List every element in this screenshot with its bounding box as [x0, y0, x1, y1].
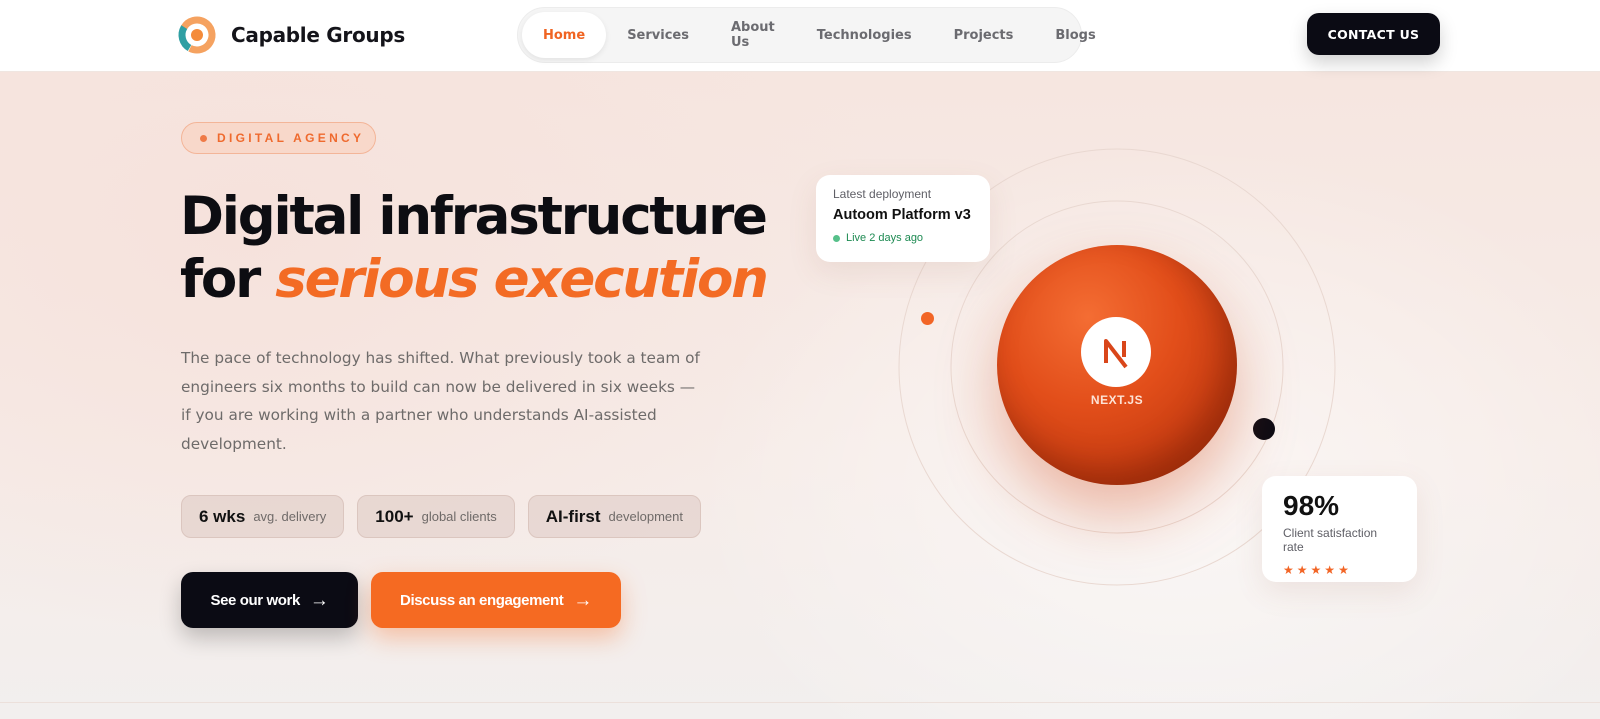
orbit-dot-black [1253, 418, 1275, 440]
hero-section: DIGITAL AGENCY Digital infrastructure fo… [0, 72, 1600, 719]
section-divider [0, 702, 1600, 703]
cta-row: See our work → Discuss an engagement → [181, 572, 621, 628]
arrow-right-icon: → [309, 589, 329, 611]
star-rating: ★ ★ ★ ★ ★ [1283, 564, 1396, 576]
deployment-title: Autoom Platform v3 [833, 207, 971, 223]
brand[interactable]: Capable Groups [177, 15, 405, 55]
headline-accent: serious execution [275, 249, 769, 310]
live-status-icon [833, 234, 840, 242]
stat-label: global clients [421, 509, 497, 524]
stat-label: development [608, 509, 683, 524]
site-header: Capable Groups Home Services About Us Te… [0, 0, 1600, 72]
nav-item-services[interactable]: Services [606, 12, 710, 58]
tech-sphere: NEXT.JS [997, 245, 1237, 485]
stat-pill: AI-first development [527, 495, 701, 538]
hero-headline: Digital infrastructure for serious execu… [180, 185, 800, 311]
headline-line-2-prefix: for [180, 249, 261, 310]
stat-value: 6 wks [199, 506, 246, 526]
satisfaction-value: 98% [1283, 490, 1340, 521]
agency-badge: DIGITAL AGENCY [181, 122, 376, 154]
brand-name: Capable Groups [231, 23, 405, 47]
deployment-status: Live 2 days ago [833, 232, 973, 244]
star-icon: ★ [1310, 563, 1322, 577]
deployment-status-text: Live 2 days ago [846, 232, 924, 244]
see-our-work-button[interactable]: See our work → [181, 572, 358, 628]
nav-item-home[interactable]: Home [522, 12, 607, 58]
nextjs-glyph [1104, 339, 1128, 369]
star-icon: ★ [1296, 563, 1308, 577]
satisfaction-label: Client satisfaction rate [1283, 526, 1378, 554]
stat-value: 100+ [375, 506, 414, 526]
stat-label: avg. delivery [253, 509, 327, 524]
discuss-engagement-label: Discuss an engagement [400, 591, 564, 609]
star-icon: ★ [1283, 563, 1294, 577]
nav-item-projects[interactable]: Projects [933, 12, 1035, 58]
main-nav: Home Services About Us Technologies Proj… [517, 7, 1096, 63]
stat-pill: 6 wks avg. delivery [181, 495, 345, 538]
see-our-work-label: See our work [210, 591, 300, 609]
nav-item-technologies[interactable]: Technologies [796, 12, 933, 58]
nav-item-about-us[interactable]: About Us [710, 12, 796, 58]
satisfaction-card: 98% Client satisfaction rate ★ ★ ★ ★ ★ [1262, 476, 1417, 582]
stat-pill: 100+ global clients [357, 495, 515, 538]
nav-item-blogs[interactable]: Blogs [1034, 12, 1116, 58]
stat-value: AI-first [545, 506, 601, 526]
stats-row: 6 wks avg. delivery 100+ global clients … [181, 495, 701, 538]
badge-label: DIGITAL AGENCY [217, 131, 365, 145]
star-icon: ★ [1324, 563, 1336, 577]
contact-us-button[interactable]: CONTACT US [1307, 13, 1440, 55]
hero-lead: The pace of technology has shifted. What… [181, 349, 700, 453]
capable-groups-logo [178, 16, 216, 54]
badge-dot-icon [200, 134, 207, 142]
tech-label: NEXT.JS [1090, 393, 1144, 407]
headline-line-1: Digital infrastructure [180, 186, 768, 247]
star-icon: ★ [1338, 563, 1349, 577]
discuss-engagement-button[interactable]: Discuss an engagement → [371, 572, 621, 628]
deployment-card: Latest deployment Autoom Platform v3 Liv… [816, 175, 990, 262]
orbit-dot-orange [921, 312, 934, 325]
arrow-right-icon: → [573, 589, 592, 611]
deployment-kicker: Latest deployment [833, 187, 932, 201]
nextjs-icon [1081, 317, 1151, 387]
